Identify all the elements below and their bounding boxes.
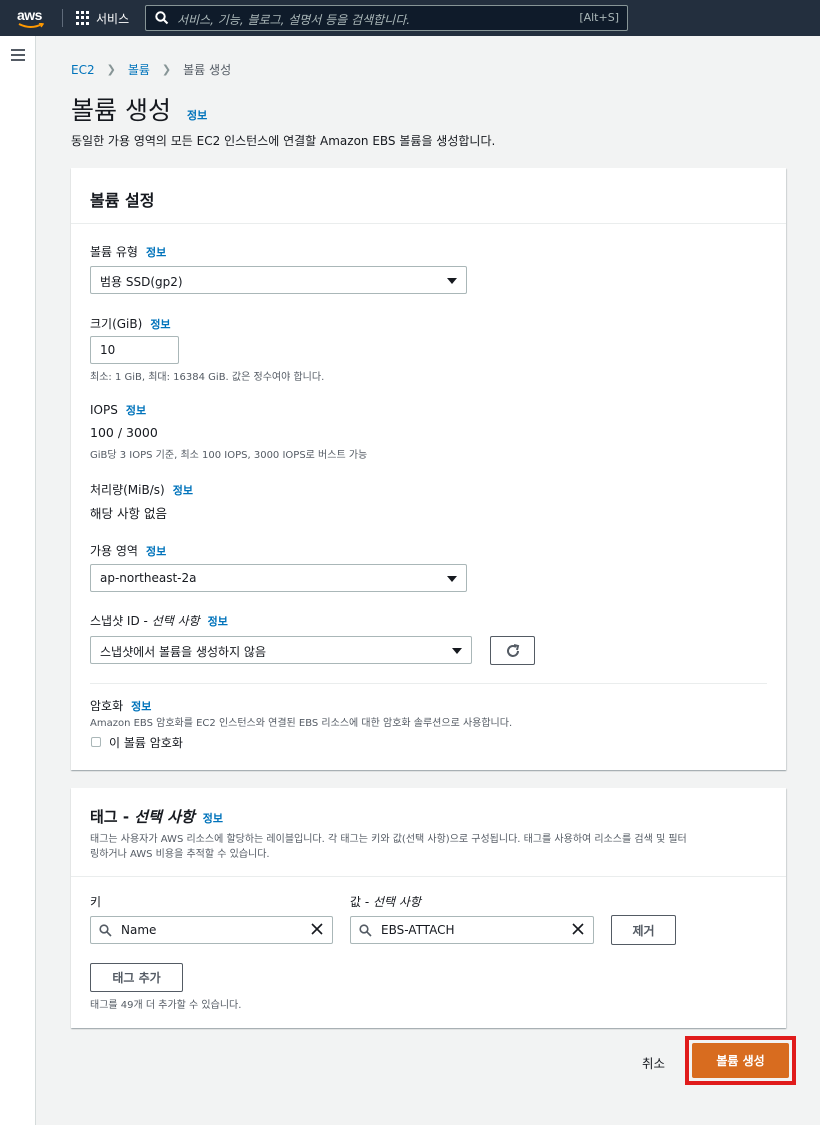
side-navigation-rail — [0, 36, 36, 1125]
size-info-link[interactable]: 정보 — [150, 318, 170, 331]
caret-down-icon — [447, 278, 457, 284]
iops-hint: GiB당 3 IOPS 기준, 최소 100 IOPS, 3000 IOPS로 … — [90, 450, 368, 461]
iops-label-text: IOPS — [90, 403, 118, 417]
encryption-label-text: 암호화 — [90, 699, 124, 713]
size-value: 10 — [100, 343, 116, 357]
chevron-right-icon: ❯ — [161, 63, 172, 76]
volume-type-info-link[interactable]: 정보 — [146, 246, 166, 259]
size-input[interactable]: 10 — [90, 336, 179, 364]
size-label-text: 크기(GiB) — [90, 317, 143, 331]
volume-type-select[interactable]: 범용 SSD(gp2) — [90, 266, 467, 294]
volume-settings-panel: 볼륨 설정 — [71, 168, 786, 770]
refresh-icon — [506, 643, 519, 657]
page-info-link[interactable]: 정보 — [187, 107, 207, 123]
size-label: 크기(GiB) 정보 — [90, 315, 171, 332]
tag-value-label: 값 - 선택 사항 — [350, 893, 421, 910]
aws-logo-text: aws — [17, 7, 42, 23]
availability-zone-value: ap-northeast-2a — [100, 571, 197, 585]
search-icon — [359, 924, 372, 937]
tags-description-line2: 링하거나 AWS 비용을 추적할 수 있습니다. — [90, 849, 270, 860]
throughput-info-link[interactable]: 정보 — [173, 484, 193, 497]
menu-icon[interactable] — [11, 49, 25, 61]
tags-divider — [71, 876, 786, 877]
availability-zone-select[interactable]: ap-northeast-2a — [90, 564, 467, 592]
snapshot-label-text: 스냅샷 ID - — [90, 614, 152, 628]
availability-zone-label-text: 가용 영역 — [90, 544, 138, 558]
size-hint: 최소: 1 GiB, 최대: 16384 GiB. 값은 정수여야 합니다. — [90, 372, 325, 383]
tag-key-value: Name — [121, 923, 157, 937]
tags-optional-text: 선택 사항 — [134, 808, 195, 826]
throughput-label-text: 처리량(MiB/s) — [90, 483, 165, 497]
search-icon — [155, 11, 169, 25]
snapshot-value: 스냅샷에서 볼륨을 생성하지 않음 — [100, 645, 267, 659]
iops-value: 100 / 3000 — [90, 425, 158, 440]
add-tag-button[interactable]: 태그 추가 — [90, 963, 183, 992]
cancel-button[interactable]: 취소 — [642, 1053, 665, 1072]
panel-header: 볼륨 설정 — [71, 168, 786, 224]
iops-info-link[interactable]: 정보 — [126, 404, 146, 417]
top-navigation-bar: aws 서비스 서비스, 기능, 블로그, 설명서 등을 검색합니다. [Alt… — [0, 0, 820, 36]
page-title: 볼륨 생성 — [71, 96, 171, 125]
snapshot-optional-text: 선택 사항 — [151, 614, 200, 628]
encryption-description: Amazon EBS 암호화를 EC2 인스턴스와 연결된 EBS 리소스에 대… — [90, 718, 513, 729]
aws-logo[interactable]: aws — [16, 6, 48, 30]
tag-value-label-text: 값 - — [350, 895, 373, 909]
refresh-snapshots-button[interactable] — [490, 636, 535, 665]
volume-type-value: 범용 SSD(gp2) — [100, 275, 183, 289]
snapshot-select[interactable]: 스냅샷에서 볼륨을 생성하지 않음 — [90, 636, 472, 664]
tag-value-optional-text: 선택 사항 — [373, 895, 421, 909]
tag-value-input[interactable]: EBS-ATTACH — [350, 916, 594, 944]
remove-tag-button[interactable]: 제거 — [611, 915, 676, 945]
nav-divider — [62, 9, 63, 27]
volume-type-label: 볼륨 유형 정보 — [90, 243, 166, 260]
volume-type-label-text: 볼륨 유형 — [90, 245, 138, 259]
throughput-label: 처리량(MiB/s) 정보 — [90, 481, 193, 498]
clear-icon[interactable] — [571, 922, 585, 936]
tags-description-line1: 태그는 사용자가 AWS 리소스에 할당하는 레이블입니다. 각 태그는 키와 … — [90, 834, 687, 845]
iops-label: IOPS 정보 — [90, 402, 146, 418]
snapshot-label: 스냅샷 ID - 선택 사항 정보 — [90, 612, 228, 629]
global-search-input[interactable]: 서비스, 기능, 블로그, 설명서 등을 검색합니다. [Alt+S] — [145, 5, 628, 31]
tag-key-input[interactable]: Name — [90, 916, 333, 944]
caret-down-icon — [452, 648, 462, 654]
encrypt-volume-label[interactable]: 이 볼륨 암호화 — [109, 734, 183, 751]
panel-title: 볼륨 설정 — [90, 191, 155, 210]
services-menu-button[interactable]: 서비스 — [76, 9, 129, 27]
tags-panel-title: 태그 - 선택 사항 정보 — [90, 806, 223, 827]
clear-icon[interactable] — [310, 922, 324, 936]
tag-key-label: 키 — [90, 895, 102, 909]
breadcrumb-volumes[interactable]: 볼륨 — [128, 61, 150, 78]
tags-info-link[interactable]: 정보 — [203, 812, 223, 825]
snapshot-info-link[interactable]: 정보 — [208, 615, 228, 628]
breadcrumb-current: 볼륨 생성 — [183, 63, 232, 77]
search-shortcut: [Alt+S] — [579, 11, 619, 24]
caret-down-icon — [447, 576, 457, 582]
availability-zone-label: 가용 영역 정보 — [90, 542, 166, 559]
tags-title-text: 태그 - — [90, 808, 135, 826]
availability-zone-info-link[interactable]: 정보 — [146, 545, 166, 558]
tags-remaining-hint: 태그를 49개 더 추가할 수 있습니다. — [90, 1000, 242, 1011]
section-divider — [90, 683, 767, 684]
search-icon — [99, 924, 112, 937]
tag-value-value: EBS-ATTACH — [381, 923, 455, 937]
search-placeholder: 서비스, 기능, 블로그, 설명서 등을 검색합니다. — [177, 13, 411, 27]
chevron-right-icon: ❯ — [106, 63, 116, 76]
encrypt-volume-checkbox[interactable] — [91, 737, 101, 747]
aws-smile-icon — [18, 23, 44, 28]
grid-icon — [76, 11, 90, 25]
page-description: 동일한 가용 영역의 모든 EC2 인스턴스에 연결할 Amazon EBS 볼… — [71, 134, 496, 148]
breadcrumb-ec2[interactable]: EC2 — [71, 63, 95, 77]
throughput-value: 해당 사항 없음 — [90, 506, 167, 521]
services-label: 서비스 — [96, 11, 130, 26]
encryption-info-link[interactable]: 정보 — [131, 700, 151, 713]
breadcrumb: EC2 ❯ 볼륨 ❯ 볼륨 생성 — [71, 61, 231, 78]
create-volume-button[interactable]: 볼륨 생성 — [692, 1043, 789, 1078]
encryption-label: 암호화 정보 — [90, 697, 151, 714]
